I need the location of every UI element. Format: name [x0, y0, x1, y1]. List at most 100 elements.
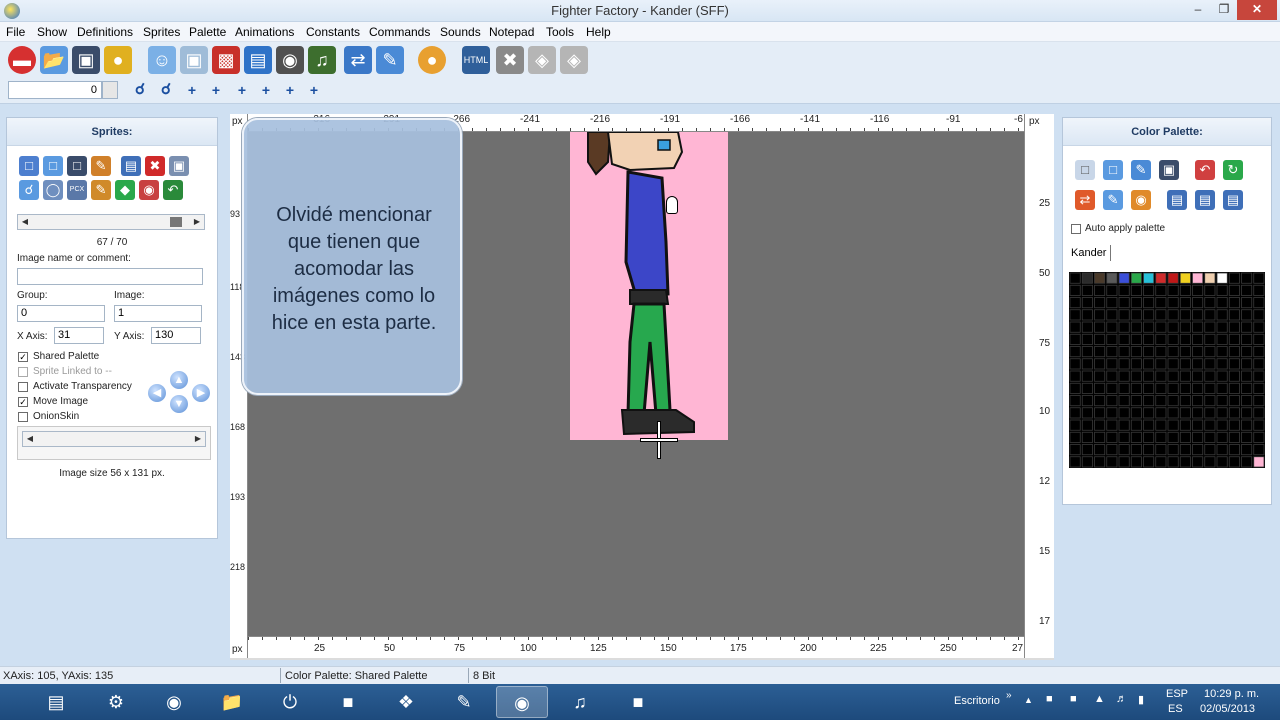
palette-swatch[interactable]	[1192, 456, 1204, 468]
palette-swatch[interactable]	[1155, 333, 1167, 345]
media-app-icon[interactable]: ♫	[554, 686, 606, 718]
palette-swatch[interactable]	[1228, 358, 1240, 370]
palette-swatch[interactable]	[1179, 358, 1191, 370]
gamepad-settings-icon[interactable]: ◈	[560, 46, 588, 74]
palette-swatch[interactable]	[1069, 272, 1081, 284]
frame-number-spinner[interactable]	[102, 81, 118, 99]
close-file-icon[interactable]: ▬	[8, 46, 36, 74]
palette-swatch[interactable]	[1204, 297, 1216, 309]
pcx-sprite-icon[interactable]: PCX	[67, 180, 87, 200]
new-palette-icon[interactable]: □	[1075, 160, 1095, 180]
edit-palette-icon[interactable]: ✎	[1131, 160, 1151, 180]
palette-swatch[interactable]	[1155, 456, 1167, 468]
lock-icon[interactable]: ●	[104, 46, 132, 74]
palette-swatch[interactable]	[1192, 297, 1204, 309]
palette-swatch[interactable]	[1179, 284, 1191, 296]
palette-swatch[interactable]	[1216, 382, 1228, 394]
palette-swatch[interactable]	[1143, 297, 1155, 309]
palette-swatch[interactable]	[1228, 407, 1240, 419]
palette-swatch[interactable]	[1204, 419, 1216, 431]
palette-swatch[interactable]	[1106, 321, 1118, 333]
palette-swatch[interactable]	[1118, 370, 1130, 382]
palette-swatch[interactable]	[1241, 444, 1253, 456]
palette-swatch[interactable]	[1204, 431, 1216, 443]
palette-swatch[interactable]	[1106, 309, 1118, 321]
move-up-icon[interactable]: ▲	[170, 371, 188, 389]
palette-swatch[interactable]	[1130, 333, 1142, 345]
palette-swatch[interactable]	[1179, 309, 1191, 321]
palette-swatch[interactable]	[1106, 444, 1118, 456]
menu-commands[interactable]: Commands	[369, 25, 430, 39]
palette-swatch[interactable]	[1081, 272, 1093, 284]
menu-file[interactable]: File	[6, 25, 25, 39]
palette-swatch[interactable]	[1081, 297, 1093, 309]
menu-show[interactable]: Show	[37, 25, 67, 39]
palette-swatch[interactable]	[1094, 333, 1106, 345]
search-sprite-icon[interactable]: ☌	[19, 180, 39, 200]
sprite-export-icon[interactable]: ▣	[169, 156, 189, 176]
clock-date[interactable]: 02/05/2013	[1200, 703, 1255, 715]
palette-swatch[interactable]	[1069, 346, 1081, 358]
palette-swatch[interactable]	[1081, 284, 1093, 296]
palette-swatch[interactable]	[1216, 309, 1228, 321]
palette-swatch[interactable]	[1216, 407, 1228, 419]
palette-swatch[interactable]	[1179, 407, 1191, 419]
palette-swatch[interactable]	[1204, 272, 1216, 284]
palette-swatch[interactable]	[1167, 444, 1179, 456]
undo-sprite-icon[interactable]: ↶	[163, 180, 183, 200]
palette-swatch[interactable]	[1081, 419, 1093, 431]
palette-swatch[interactable]	[1094, 444, 1106, 456]
palette-swatch[interactable]	[1143, 346, 1155, 358]
eyedropper-icon[interactable]: ✎	[1103, 190, 1123, 210]
palette-swatch[interactable]	[1241, 382, 1253, 394]
palette-swatch[interactable]	[1241, 456, 1253, 468]
palette-swatch[interactable]	[1106, 333, 1118, 345]
menu-notepad[interactable]: Notepad	[489, 25, 534, 39]
palette-swatch[interactable]	[1081, 395, 1093, 407]
palette-swatch[interactable]	[1118, 382, 1130, 394]
html-icon[interactable]: HTML	[462, 46, 490, 74]
onion-skin-checkbox[interactable]	[18, 412, 28, 422]
palette-swatch[interactable]	[1155, 444, 1167, 456]
palette-color-grid[interactable]	[1069, 272, 1265, 468]
palette-swatch[interactable]	[1106, 407, 1118, 419]
palette-swatch[interactable]	[1106, 419, 1118, 431]
palette-swatch[interactable]	[1167, 382, 1179, 394]
palette-swatch[interactable]	[1143, 431, 1155, 443]
palette-swatch[interactable]	[1228, 370, 1240, 382]
add-axis-button[interactable]: +	[182, 80, 202, 100]
palette-swatch[interactable]	[1204, 358, 1216, 370]
eraser-icon[interactable]: ◆	[115, 180, 135, 200]
palette-swatch[interactable]	[1155, 370, 1167, 382]
new-sprite-icon[interactable]: □	[19, 156, 39, 176]
palette-swatch[interactable]	[1069, 431, 1081, 443]
palette-swatch[interactable]	[1094, 419, 1106, 431]
palette-swatch[interactable]	[1106, 358, 1118, 370]
palette-swatch[interactable]	[1241, 407, 1253, 419]
palette-swatch[interactable]	[1155, 395, 1167, 407]
palette-swatch[interactable]	[1179, 456, 1191, 468]
palette-swatch[interactable]	[1143, 419, 1155, 431]
palette-swatch[interactable]	[1094, 407, 1106, 419]
palette-swatch[interactable]	[1253, 407, 1265, 419]
palette-swatch[interactable]	[1118, 321, 1130, 333]
game-app-icon[interactable]: ❖	[380, 686, 432, 718]
palette-swatch[interactable]	[1130, 346, 1142, 358]
palette-swatch[interactable]	[1094, 456, 1106, 468]
palette-swatch[interactable]	[1106, 431, 1118, 443]
palette-swatch[interactable]	[1216, 358, 1228, 370]
palette-swatch[interactable]	[1204, 370, 1216, 382]
edit-icon[interactable]: ✎	[376, 46, 404, 74]
palette-swatch[interactable]	[1167, 321, 1179, 333]
volume-icon[interactable]: ♬	[1116, 693, 1127, 705]
palette-swatch[interactable]	[1228, 284, 1240, 296]
palette-swatch[interactable]	[1081, 444, 1093, 456]
recorder-icon[interactable]: ■	[612, 686, 664, 718]
palette-swatch[interactable]	[1167, 456, 1179, 468]
add-axis-button-3[interactable]: +	[232, 80, 252, 100]
palette-swatch[interactable]	[1204, 321, 1216, 333]
open-folder-icon[interactable]: 📂	[40, 46, 68, 74]
tools-icon[interactable]: ✖	[496, 46, 524, 74]
palette-swatch[interactable]	[1241, 358, 1253, 370]
palette-swatch[interactable]	[1167, 284, 1179, 296]
